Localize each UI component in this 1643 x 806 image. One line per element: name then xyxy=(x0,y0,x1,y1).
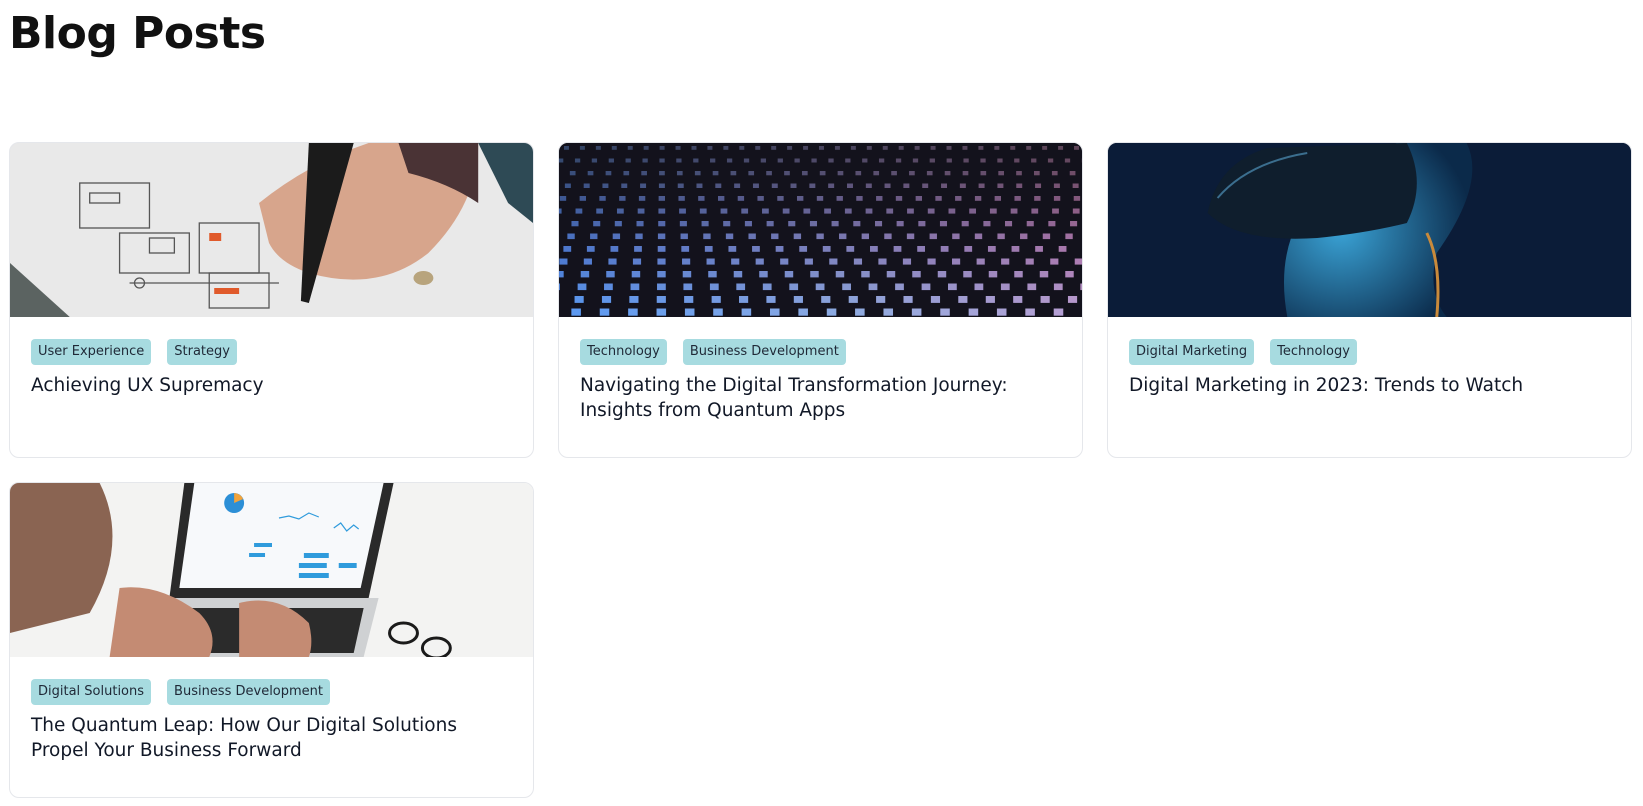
glowing-led-grid-image[interactable] xyxy=(559,143,1082,317)
tag-technology[interactable]: Technology xyxy=(580,339,667,365)
blog-post-card[interactable]: Digital Marketing Technology Digital Mar… xyxy=(1107,142,1632,458)
blog-post-grid: User Experience Strategy Achieving UX Su… xyxy=(9,142,1635,798)
blog-post-card[interactable]: Technology Business Development Navigati… xyxy=(558,142,1083,458)
tag-user-experience[interactable]: User Experience xyxy=(31,339,152,365)
tag-list: Digital Marketing Technology xyxy=(1129,339,1610,365)
hand-sketching-wireframe-image[interactable] xyxy=(10,143,533,317)
tag-business-development[interactable]: Business Development xyxy=(167,679,331,705)
post-title[interactable]: Navigating the Digital Transformation Jo… xyxy=(580,373,1061,423)
post-title[interactable]: Digital Marketing in 2023: Trends to Wat… xyxy=(1129,373,1610,398)
tag-technology[interactable]: Technology xyxy=(1270,339,1357,365)
tag-strategy[interactable]: Strategy xyxy=(167,339,237,365)
page-title: Blog Posts xyxy=(9,8,266,59)
tag-list: User Experience Strategy xyxy=(31,339,512,365)
tag-list: Digital Solutions Business Development xyxy=(31,679,512,705)
blog-page: Blog Posts User Experience Strategy Achi… xyxy=(0,0,1643,806)
laptop-analytics-dashboard-image[interactable] xyxy=(10,483,533,657)
tag-business-development[interactable]: Business Development xyxy=(682,339,846,365)
post-title[interactable]: Achieving UX Supremacy xyxy=(31,373,512,398)
blog-post-card[interactable]: User Experience Strategy Achieving UX Su… xyxy=(9,142,534,458)
tag-list: Technology Business Development xyxy=(580,339,1061,365)
person-vr-headset-image[interactable] xyxy=(1108,143,1631,317)
post-title[interactable]: The Quantum Leap: How Our Digital Soluti… xyxy=(31,713,512,763)
blog-post-card[interactable]: Digital Solutions Business Development T… xyxy=(9,482,534,798)
tag-digital-solutions[interactable]: Digital Solutions xyxy=(31,679,152,705)
tag-digital-marketing[interactable]: Digital Marketing xyxy=(1129,339,1255,365)
